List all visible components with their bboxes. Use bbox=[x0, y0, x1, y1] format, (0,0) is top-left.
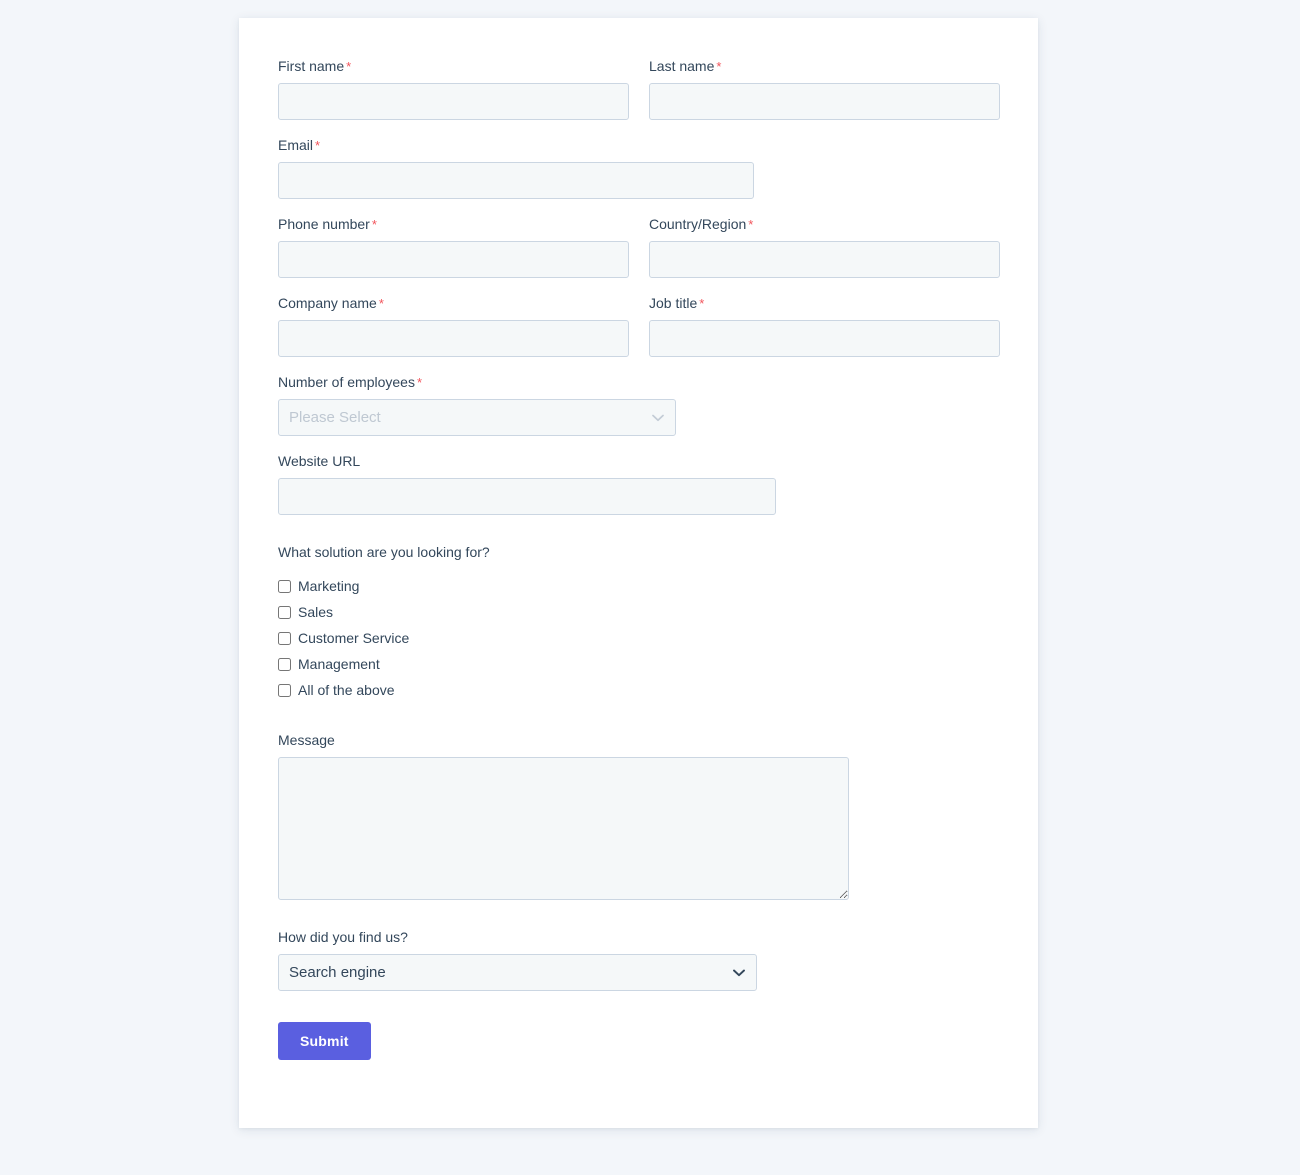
required-marker: * bbox=[346, 59, 352, 74]
number-of-employees-label-text: Number of employees bbox=[278, 374, 415, 390]
email-label: Email * bbox=[278, 137, 999, 154]
required-marker: * bbox=[699, 296, 705, 311]
field-company-name: Company name * bbox=[278, 295, 629, 357]
email-label-text: Email bbox=[278, 137, 314, 153]
solution-group-label: What solution are you looking for? bbox=[278, 544, 490, 560]
phone-country-row: Phone number * Country/Region * bbox=[278, 216, 1000, 295]
country-region-input[interactable] bbox=[649, 241, 1000, 278]
field-country-region: Country/Region * bbox=[649, 216, 1000, 278]
field-email: Email * bbox=[278, 137, 999, 199]
field-message: Message bbox=[278, 732, 999, 900]
how-did-you-find-us-label-text: How did you find us? bbox=[278, 929, 408, 945]
solution-option-row[interactable]: Customer Service bbox=[278, 625, 999, 651]
name-row: First name * Last name * bbox=[278, 58, 1000, 137]
country-region-label: Country/Region * bbox=[649, 216, 1000, 233]
website-url-label-text: Website URL bbox=[278, 453, 361, 469]
website-url-label: Website URL bbox=[278, 453, 999, 470]
solution-option-row[interactable]: All of the above bbox=[278, 677, 999, 703]
required-marker: * bbox=[748, 217, 754, 232]
message-label: Message bbox=[278, 732, 999, 749]
required-marker: * bbox=[416, 375, 423, 390]
first-name-label-text: First name bbox=[278, 58, 345, 74]
website-url-input[interactable] bbox=[278, 478, 776, 515]
last-name-label-text: Last name bbox=[649, 58, 715, 74]
solution-checkbox[interactable] bbox=[278, 579, 291, 593]
required-marker: * bbox=[371, 217, 377, 232]
job-title-label-text: Job title bbox=[649, 295, 698, 311]
job-title-input[interactable] bbox=[649, 320, 1000, 357]
message-textarea[interactable] bbox=[278, 757, 849, 900]
email-input[interactable] bbox=[278, 162, 754, 199]
job-title-label: Job title * bbox=[649, 295, 1000, 312]
company-job-row: Company name * Job title * bbox=[278, 295, 1000, 374]
company-name-label-text: Company name bbox=[278, 295, 377, 311]
number-of-employees-label: Number of employees * bbox=[278, 374, 999, 391]
country-region-label-text: Country/Region bbox=[649, 216, 747, 232]
field-job-title: Job title * bbox=[649, 295, 1000, 357]
solution-option-row[interactable]: Management bbox=[278, 651, 999, 677]
solution-option-label: Sales bbox=[298, 603, 334, 620]
contact-form: First name * Last name * Email * Phone n… bbox=[278, 58, 1000, 1060]
last-name-label: Last name * bbox=[649, 58, 1000, 75]
solution-option-row[interactable]: Sales bbox=[278, 599, 999, 625]
phone-number-label-text: Phone number bbox=[278, 216, 370, 232]
contact-form-card: First name * Last name * Email * Phone n… bbox=[239, 18, 1038, 1128]
solution-option-label: All of the above bbox=[298, 681, 395, 698]
required-marker: * bbox=[716, 59, 722, 74]
field-number-of-employees: Number of employees * Please Select bbox=[278, 374, 999, 436]
first-name-label: First name * bbox=[278, 58, 629, 75]
phone-number-label: Phone number * bbox=[278, 216, 629, 233]
how-did-you-find-us-label: How did you find us? bbox=[278, 929, 999, 946]
field-website-url: Website URL bbox=[278, 453, 999, 515]
first-name-input[interactable] bbox=[278, 83, 629, 120]
field-how-did-you-find-us: How did you find us? Search engine bbox=[278, 929, 999, 991]
solution-checkbox[interactable] bbox=[278, 605, 291, 619]
field-last-name: Last name * bbox=[649, 58, 1000, 120]
solution-option-label: Management bbox=[298, 655, 380, 672]
message-label-text: Message bbox=[278, 732, 335, 748]
solution-option-label: Marketing bbox=[298, 577, 360, 594]
solution-checkbox[interactable] bbox=[278, 631, 291, 645]
number-of-employees-select-wrap: Please Select bbox=[278, 399, 676, 436]
solution-checkbox[interactable] bbox=[278, 657, 291, 671]
field-solution-group: What solution are you looking for? Marke… bbox=[278, 544, 999, 703]
how-did-you-find-us-select-wrap: Search engine bbox=[278, 954, 757, 991]
required-marker: * bbox=[315, 138, 321, 153]
solution-checkbox-group: Marketing Sales Customer Service Management… bbox=[278, 573, 999, 703]
submit-button[interactable]: Submit bbox=[278, 1022, 371, 1060]
required-marker: * bbox=[378, 296, 384, 311]
company-name-label: Company name * bbox=[278, 295, 629, 312]
solution-option-row[interactable]: Marketing bbox=[278, 573, 999, 599]
solution-option-label: Customer Service bbox=[298, 629, 410, 646]
company-name-input[interactable] bbox=[278, 320, 629, 357]
how-did-you-find-us-select[interactable]: Search engine bbox=[278, 954, 757, 991]
phone-number-input[interactable] bbox=[278, 241, 629, 278]
page-root: First name * Last name * Email * Phone n… bbox=[0, 0, 1300, 1175]
field-phone-number: Phone number * bbox=[278, 216, 629, 278]
number-of-employees-select[interactable]: Please Select bbox=[278, 399, 676, 436]
last-name-input[interactable] bbox=[649, 83, 1000, 120]
solution-checkbox[interactable] bbox=[278, 683, 291, 697]
field-first-name: First name * bbox=[278, 58, 629, 120]
